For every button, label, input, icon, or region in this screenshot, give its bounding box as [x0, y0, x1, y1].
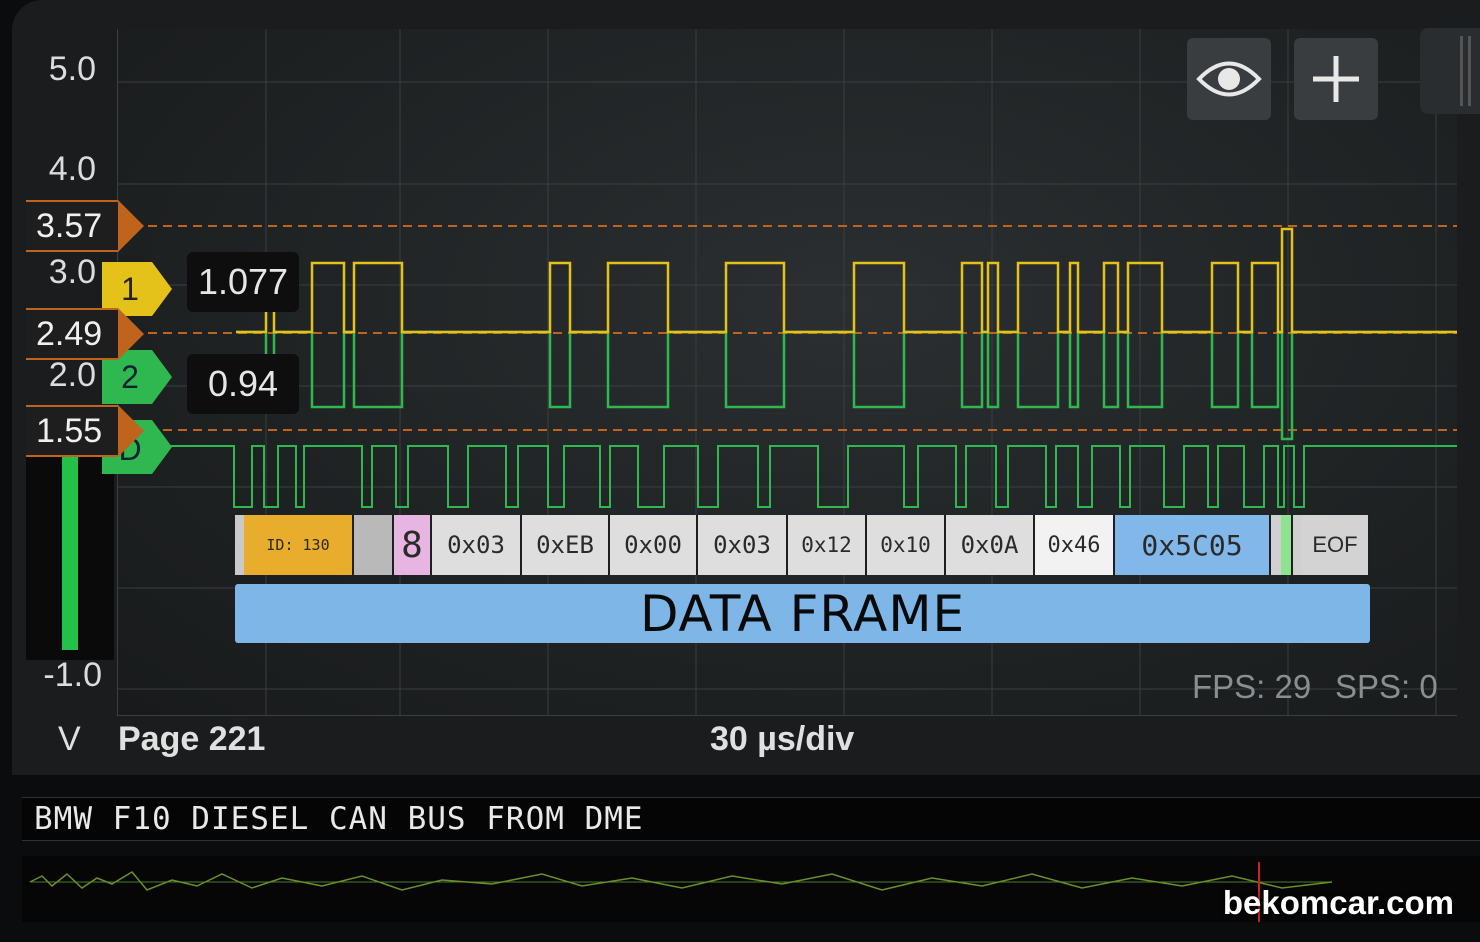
y-label-5: 5.0: [48, 50, 96, 88]
data-frame-label[interactable]: DATA FRAME: [235, 584, 1370, 643]
channel-1-readout: 1.077: [187, 252, 299, 312]
y-label-4: 4.0: [48, 150, 96, 188]
grip-icon: [1468, 36, 1471, 106]
channel-level-fill: [62, 455, 78, 650]
decode-byte-6[interactable]: 0x0A: [946, 515, 1035, 575]
cursor-value-3: 1.55: [26, 405, 118, 457]
side-panel-handle[interactable]: [1420, 28, 1480, 114]
decode-byte-7[interactable]: 0x46: [1035, 515, 1115, 575]
decode-byte-2[interactable]: 0x00: [610, 515, 698, 575]
grip-icon: [1460, 36, 1463, 106]
decode-gap: [1293, 515, 1302, 575]
decode-ack[interactable]: [1281, 515, 1293, 575]
channel-1-trace: [236, 227, 1457, 334]
decode-byte-1[interactable]: 0xEB: [522, 515, 610, 575]
capture-title-bar[interactable]: BMW F10 DIESEL CAN BUS FROM DME: [22, 797, 1480, 841]
cursor-value-1: 3.57: [26, 200, 118, 252]
channel-2-readout: 0.94: [187, 354, 299, 414]
decode-gap: [1271, 515, 1281, 575]
decode-eof[interactable]: EOF: [1302, 515, 1370, 575]
cursor-arrow-icon: [118, 405, 144, 457]
plus-icon: [1313, 56, 1359, 102]
cursor-arrow-icon: [118, 200, 144, 252]
y-label-3: 3.0: [48, 253, 96, 291]
decode-byte-0[interactable]: 0x03: [432, 515, 522, 575]
timebase-label[interactable]: 30 µs/div: [710, 720, 854, 759]
decode-crc[interactable]: 0x5C05: [1115, 515, 1271, 575]
capture-title: BMW F10 DIESEL CAN BUS FROM DME: [34, 801, 644, 837]
visibility-button[interactable]: [1187, 38, 1271, 120]
cursor-value-2: 2.49: [26, 308, 118, 360]
sps-counter: SPS: 0: [1335, 668, 1438, 705]
eye-icon: [1196, 61, 1262, 97]
decode-byte-4[interactable]: 0x12: [788, 515, 867, 575]
y-label-2: 2.0: [48, 356, 96, 394]
decode-field-dlc[interactable]: 8: [394, 515, 432, 575]
fps-counter: FPS: 29: [1192, 668, 1312, 705]
svg-text:2: 2: [121, 359, 139, 395]
decode-start-marker: [235, 515, 244, 575]
y-unit: V: [58, 720, 81, 758]
watermark: bekomcar.com: [1222, 884, 1454, 921]
cursor-arrow-icon: [118, 308, 144, 360]
decode-byte-3[interactable]: 0x03: [698, 515, 788, 575]
decode-byte-5[interactable]: 0x10: [867, 515, 946, 575]
decode-field-id[interactable]: ID: 130: [244, 515, 354, 575]
page-label[interactable]: Page 221: [118, 720, 265, 759]
channel-d-trace: [118, 445, 1457, 508]
add-button[interactable]: [1294, 38, 1378, 120]
svg-text:1: 1: [121, 271, 139, 307]
y-label-neg1: -1.0: [43, 656, 102, 694]
decode-field-control[interactable]: [354, 515, 394, 575]
